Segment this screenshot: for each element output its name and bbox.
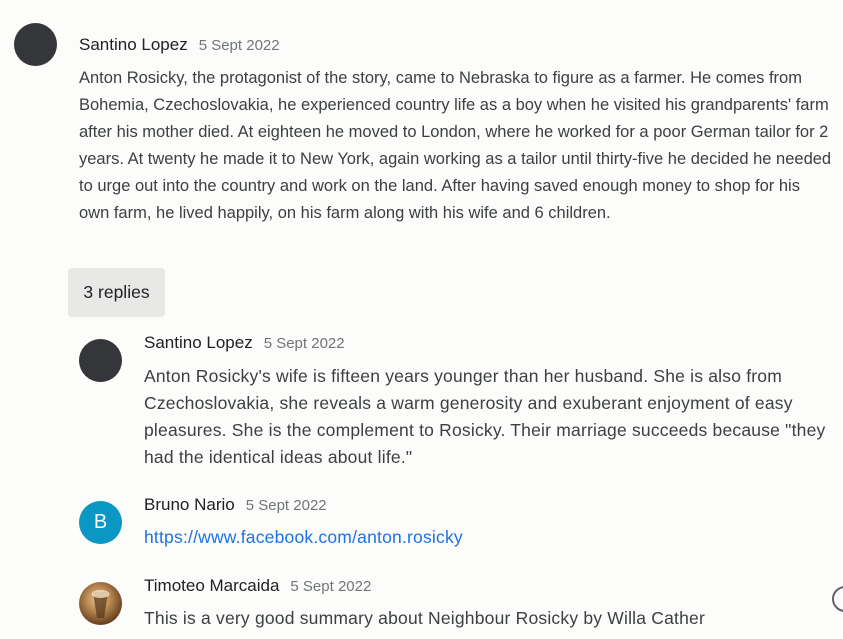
reply-text: Anton Rosicky's wife is fifteen years yo…: [144, 366, 826, 467]
avatar-letter: B: [93, 511, 108, 533]
comment-date: 5 Sept 2022: [198, 37, 280, 54]
view-replies-button[interactable]: 3 replies: [68, 268, 165, 317]
reply-date: 5 Sept 2022: [245, 497, 327, 514]
reply-date: 5 Sept 2022: [263, 335, 345, 352]
avatar[interactable]: [79, 339, 122, 382]
reply-header: Santino Lopez 5 Sept 2022: [144, 333, 345, 353]
reply-text: This is a very good summary about Neighb…: [144, 608, 705, 628]
reply-header: Bruno Nario 5 Sept 2022: [144, 495, 327, 515]
avatar[interactable]: [79, 582, 122, 625]
comment-header: Santino Lopez 5 Sept 2022: [79, 35, 280, 55]
avatar[interactable]: B: [79, 501, 122, 544]
comment-author[interactable]: Santino Lopez: [79, 35, 188, 55]
reply-text: https://www.facebook.com/anton.rosicky: [144, 524, 837, 551]
reply-author[interactable]: Bruno Nario: [144, 495, 235, 515]
reply-author[interactable]: Santino Lopez: [144, 333, 253, 353]
reply-author[interactable]: Timoteo Marcaida: [144, 576, 279, 596]
comment-text: Anton Rosicky, the protagonist of the st…: [79, 69, 832, 222]
avatar-image: [91, 590, 110, 618]
reply-date: 5 Sept 2022: [290, 578, 372, 595]
reply-link[interactable]: https://www.facebook.com/anton.rosicky: [144, 527, 463, 547]
reply-header: Timoteo Marcaida 5 Sept 2022: [144, 576, 371, 596]
avatar[interactable]: [14, 23, 57, 66]
